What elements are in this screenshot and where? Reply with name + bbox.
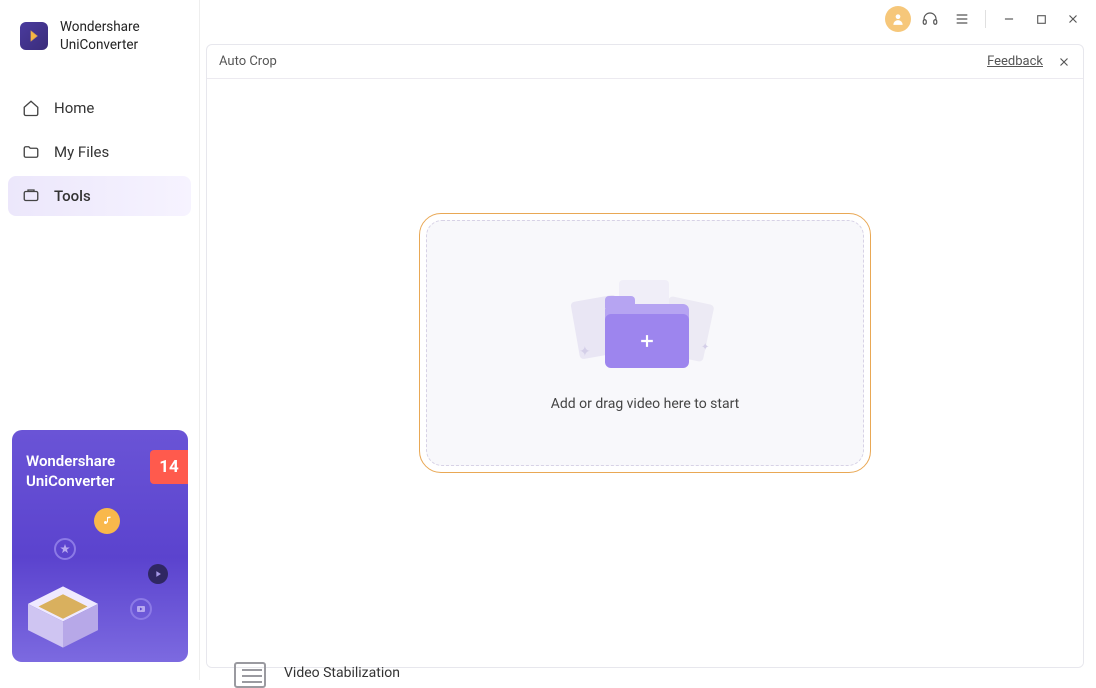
sidebar-item-label: Tools [54,187,91,205]
cube-icon [18,582,108,652]
folder-icon [22,143,40,161]
brand: Wondershare UniConverter [0,0,199,66]
brand-name: Wondershare UniConverter [60,18,140,54]
user-icon [891,12,905,26]
sidebar: Wondershare UniConverter Home My Files T… [0,0,200,680]
minimize-icon [1002,12,1016,26]
close-panel-button[interactable] [1057,55,1071,69]
panel-title: Auto Crop [219,54,277,69]
close-icon [1066,12,1080,26]
brand-line2: UniConverter [60,36,140,54]
star-icon [54,538,76,560]
hamburger-icon [954,11,970,27]
sidebar-item-label: My Files [54,143,109,161]
sidebar-item-label: Home [54,99,94,117]
maximize-button[interactable] [1028,6,1054,32]
tools-icon [22,187,40,205]
support-button[interactable] [917,6,943,32]
main-panel: Auto Crop Feedback ✦ ✦ [206,44,1084,668]
video-dropzone[interactable]: ✦ ✦ Add or drag video here to start [426,220,864,466]
separator [985,10,986,28]
promo-title: Wondershare UniConverter [26,452,115,491]
headset-icon [921,10,939,28]
dropzone-text: Add or drag video here to start [551,396,740,412]
maximize-icon [1035,13,1048,26]
dropzone-outline: ✦ ✦ Add or drag video here to start [419,213,871,473]
panel-body: ✦ ✦ Add or drag video here to start [207,79,1083,667]
nav: Home My Files Tools [0,88,199,216]
panel-header: Auto Crop Feedback [207,45,1083,79]
promo-version-badge: 14 [150,450,188,484]
minimize-button[interactable] [996,6,1022,32]
plus-icon [637,331,657,351]
menu-button[interactable] [949,6,975,32]
stabilization-icon [234,662,266,688]
dropzone-artwork: ✦ ✦ [575,274,715,374]
play-circle-icon [148,564,168,584]
add-folder-icon [605,314,689,368]
brand-line1: Wondershare [60,18,140,36]
sparkle-icon: ✦ [701,342,709,353]
account-avatar-button[interactable] [885,6,911,32]
titlebar [200,0,1096,38]
sparkle-icon: ✦ [579,344,591,360]
promo-card[interactable]: Wondershare UniConverter 14 [12,430,188,662]
close-icon [1057,55,1071,69]
tool-row-label: Video Stabilization [284,665,400,681]
tool-row-video-stabilization[interactable]: Video Stabilization [234,660,400,686]
sidebar-item-myfiles[interactable]: My Files [0,132,199,172]
sidebar-item-tools[interactable]: Tools [8,176,191,216]
brand-logo-icon [20,22,48,50]
home-icon [22,99,40,117]
video-icon [130,598,152,620]
music-note-icon [94,508,120,534]
close-window-button[interactable] [1060,6,1086,32]
feedback-link[interactable]: Feedback [987,54,1043,69]
sidebar-item-home[interactable]: Home [0,88,199,128]
